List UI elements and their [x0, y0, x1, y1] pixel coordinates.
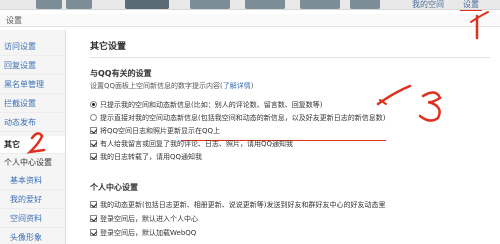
annotation-stroke: [418, 91, 442, 122]
annotation-stroke: [470, 11, 489, 23]
annotation-stroke: [26, 132, 46, 154]
annotation-marks: [26, 11, 489, 154]
